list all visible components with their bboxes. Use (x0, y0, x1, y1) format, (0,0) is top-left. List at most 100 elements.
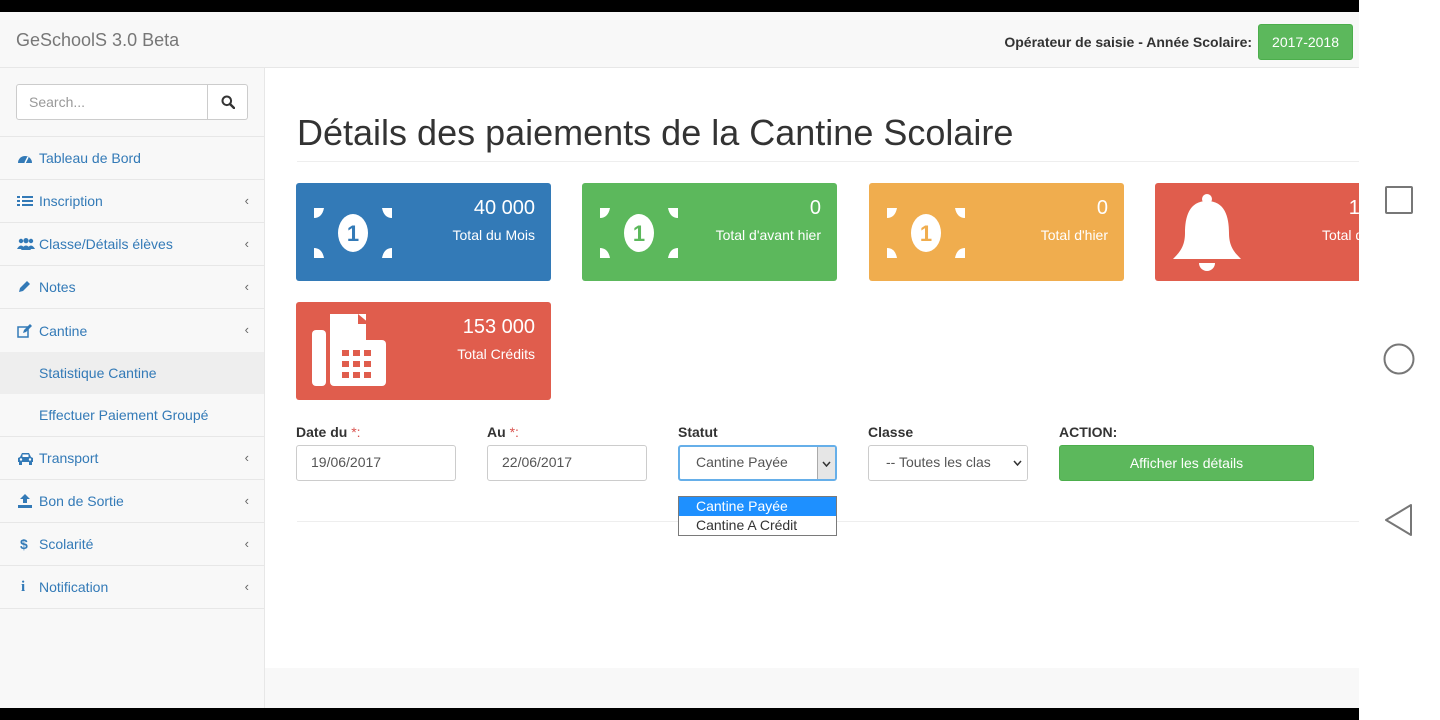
sidebar-item-label: Classe/Détails élèves (39, 236, 173, 252)
panel-label: Total Crédits (457, 346, 535, 362)
panel-value: 15 (1348, 197, 1359, 219)
panel-value: 0 (809, 197, 821, 219)
school-year-button[interactable]: 2017-2018 (1258, 24, 1353, 60)
sidebar: Tableau de Bord Inscription ‹ Classe/Dét… (0, 68, 265, 708)
chevron-left-icon: ‹ (244, 279, 249, 294)
chevron-left-icon: ‹ (244, 579, 249, 594)
back-icon[interactable] (1383, 502, 1415, 538)
dashboard-icon (17, 151, 35, 165)
search-icon (221, 95, 235, 109)
panel-total-credits[interactable]: 153 000 Total Crédits (296, 302, 551, 400)
sidebar-item-label: Scolarité (39, 536, 94, 552)
svg-text:1: 1 (347, 221, 359, 246)
info-icon: i (21, 578, 26, 595)
money-icon: 1 (887, 208, 965, 258)
sidebar-item-bon-de-sortie[interactable]: Bon de Sortie ‹ (0, 480, 264, 523)
panel-label: Total du Mois (452, 227, 535, 243)
android-nav-bar (1359, 0, 1440, 720)
sidebar-item-label: Notification (39, 579, 109, 595)
sidebar-subitem-statistique-cantine[interactable]: Statistique Cantine (0, 352, 264, 394)
action-label: ACTION: (1059, 424, 1118, 440)
bell-icon (1173, 194, 1241, 271)
title-divider (297, 161, 1359, 162)
date-from-group: Date du *: 19/06/2017 (296, 424, 456, 481)
panel-total-avant-hier[interactable]: 1 0 Total d'avant hier (582, 183, 837, 281)
statut-group: Statut Cantine Payée (678, 424, 837, 481)
navbar-right: Opérateur de saisie - Année Scolaire: 20… (1004, 24, 1353, 60)
chevron-left-icon: ‹ (244, 236, 249, 251)
panel-value: 40 000 (473, 197, 535, 219)
panel-label: Total d'avant hier (715, 227, 821, 243)
operator-label: Opérateur de saisie - Année Scolaire: (1004, 34, 1253, 50)
statut-option-payee[interactable]: Cantine Payée (679, 497, 836, 516)
chevron-left-icon: ‹ (244, 536, 249, 551)
search-input[interactable] (16, 84, 208, 120)
statut-option-credit[interactable]: Cantine A Crédit (679, 516, 836, 535)
statut-selected-value: Cantine Payée (696, 454, 788, 470)
panel-label: Total du (1321, 227, 1359, 243)
sidebar-item-cantine[interactable]: Cantine ‹ (0, 309, 264, 352)
pencil-icon (17, 280, 35, 294)
upload-icon (17, 494, 35, 508)
search-box (16, 84, 248, 120)
edit-icon (17, 323, 35, 338)
home-icon[interactable] (1383, 342, 1417, 376)
dollar-icon: $ (20, 536, 28, 552)
fax-icon (312, 314, 386, 386)
sidebar-item-tableau-de-bord[interactable]: Tableau de Bord (0, 137, 264, 180)
sidebar-item-label: Inscription (39, 193, 103, 209)
date-to-label: Au *: (487, 424, 519, 440)
sidebar-item-label: Tableau de Bord (39, 150, 141, 166)
classe-label: Classe (868, 424, 914, 440)
sidebar-subitem-paiement-groupe[interactable]: Effectuer Paiement Groupé (0, 394, 264, 436)
sidebar-item-transport[interactable]: Transport ‹ (0, 437, 264, 480)
panel-label: Total d'hier (1040, 227, 1108, 243)
app-window: GeSchoolS 3.0 Beta Opérateur de saisie -… (0, 12, 1359, 708)
date-to-input[interactable]: 22/06/2017 (487, 445, 647, 481)
app-brand[interactable]: GeSchoolS 3.0 Beta (16, 30, 179, 51)
date-from-label: Date du *: (296, 424, 361, 440)
panel-value: 0 (1096, 197, 1108, 219)
page-title: Détails des paiements de la Cantine Scol… (297, 112, 1014, 153)
sidebar-item-scolarite[interactable]: $ Scolarité ‹ (0, 523, 264, 566)
show-details-button[interactable]: Afficher les détails (1059, 445, 1314, 481)
svg-text:1: 1 (633, 221, 645, 246)
classe-select[interactable]: -- Toutes les clas (868, 445, 1028, 481)
sidebar-item-notification[interactable]: i Notification ‹ (0, 566, 264, 609)
classe-selected-value: -- Toutes les clas (886, 454, 991, 470)
sidebar-menu: Tableau de Bord Inscription ‹ Classe/Dét… (0, 136, 264, 609)
sidebar-item-notes[interactable]: Notes ‹ (0, 266, 264, 309)
date-from-input[interactable]: 19/06/2017 (296, 445, 456, 481)
sidebar-item-label: Cantine (39, 322, 88, 339)
recent-apps-icon[interactable] (1383, 184, 1415, 216)
list-icon (17, 194, 35, 208)
action-group: ACTION: Afficher les détails (1059, 424, 1314, 481)
sidebar-item-inscription[interactable]: Inscription ‹ (0, 180, 264, 223)
sidebar-item-label: Notes (39, 279, 76, 295)
chevron-left-icon: ‹ (244, 193, 249, 208)
sidebar-item-classe[interactable]: Classe/Détails élèves ‹ (0, 223, 264, 266)
panel-value: 153 000 (462, 316, 535, 338)
car-icon (17, 451, 35, 465)
panel-total-partial[interactable]: 15 Total du (1155, 183, 1359, 281)
sidebar-item-label: Transport (39, 450, 99, 466)
svg-text:1: 1 (920, 221, 932, 246)
classe-group: Classe -- Toutes les clas (868, 424, 1028, 481)
panel-total-mois[interactable]: 1 40 000 Total du Mois (296, 183, 551, 281)
panel-total-hier[interactable]: 1 0 Total d'hier (869, 183, 1124, 281)
cantine-group: Cantine ‹ Statistique Cantine Effectuer … (0, 309, 264, 437)
users-icon (17, 237, 35, 251)
statut-select[interactable]: Cantine Payée (678, 445, 837, 481)
sidebar-item-label: Bon de Sortie (39, 493, 124, 509)
statut-dropdown-list: Cantine Payée Cantine A Crédit (678, 496, 837, 536)
search-button[interactable] (208, 84, 248, 120)
chevron-left-icon: ‹ (244, 450, 249, 465)
date-to-group: Au *: 22/06/2017 (487, 424, 647, 481)
chevron-down-icon (1007, 446, 1027, 480)
top-navbar: GeSchoolS 3.0 Beta Opérateur de saisie -… (0, 12, 1359, 68)
chevron-left-icon: ‹ (244, 493, 249, 508)
chevron-down-icon (817, 447, 835, 479)
main-content: Détails des paiements de la Cantine Scol… (265, 68, 1359, 668)
chevron-left-icon: ‹ (244, 322, 249, 337)
money-icon: 1 (314, 208, 392, 258)
